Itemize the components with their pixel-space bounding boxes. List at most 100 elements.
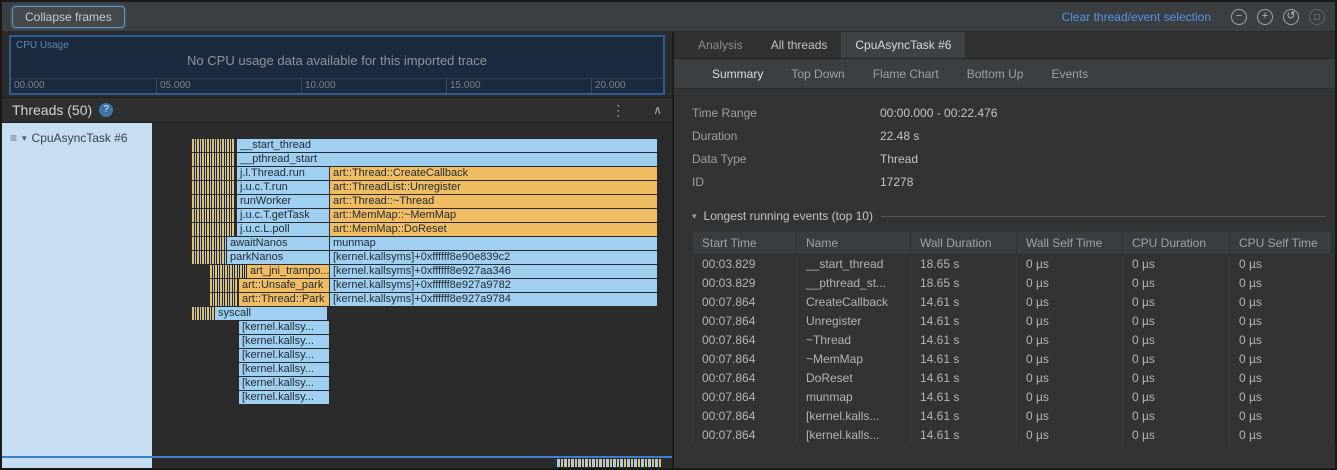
drag-handle-icon[interactable]: ≡ <box>10 131 17 145</box>
column-header-cpu-duration[interactable]: CPU Duration <box>1123 232 1230 254</box>
zoom-in-icon[interactable]: + <box>1257 9 1273 25</box>
collapse-frames-button[interactable]: Collapse frames <box>12 6 125 28</box>
flame-node[interactable]: art_jni_trampo... <box>247 265 329 278</box>
subtab-events[interactable]: Events <box>1037 59 1102 89</box>
flame-node[interactable]: art::Unsafe_park <box>239 279 329 292</box>
event-cell: 0 µs <box>1017 254 1123 273</box>
flame-micro-calls[interactable] <box>192 307 214 320</box>
event-row[interactable]: 00:07.864CreateCallback14.61 s0 µs0 µs0 … <box>693 292 1332 311</box>
thread-track-header[interactable]: ≡ ▾ CpuAsyncTask #6 <box>2 123 152 456</box>
flame-node[interactable]: [kernel.kallsyms]+0xffffff8e927a9784 <box>330 293 657 306</box>
flame-node[interactable]: art::Thread::CreateCallback <box>330 167 657 180</box>
event-cell: 14.61 s <box>911 406 1017 425</box>
event-row[interactable]: 00:07.864~Thread14.61 s0 µs0 µs0 µs <box>693 330 1332 349</box>
event-cell: 0 µs <box>1230 349 1332 368</box>
column-header-wall-self-time[interactable]: Wall Self Time <box>1017 232 1123 254</box>
event-row[interactable]: 00:07.864DoReset14.61 s0 µs0 µs0 µs <box>693 368 1332 387</box>
event-cell: 0 µs <box>1017 349 1123 368</box>
subtab-top-down[interactable]: Top Down <box>777 59 858 89</box>
event-cell: 00:07.864 <box>693 330 797 349</box>
event-row[interactable]: 00:07.864munmap14.61 s0 µs0 µs0 µs <box>693 387 1332 406</box>
flame-node[interactable]: art::MemMap::~MemMap <box>330 209 657 222</box>
next-track-chart[interactable] <box>152 458 672 468</box>
flame-node[interactable]: j.u.c.L.poll <box>237 223 329 236</box>
flame-node[interactable]: parkNanos <box>227 251 329 264</box>
event-cell: 0 µs <box>1123 368 1230 387</box>
flame-node[interactable]: [kernel.kallsy... <box>239 349 329 362</box>
flame-node[interactable]: art::ThreadList::Unregister <box>330 181 657 194</box>
flame-micro-calls[interactable] <box>192 223 235 236</box>
flame-node[interactable]: [kernel.kallsy... <box>239 335 329 348</box>
tab-cpuasynctask-6[interactable]: CpuAsyncTask #6 <box>841 32 965 58</box>
flame-node[interactable]: syscall <box>215 307 327 320</box>
event-cell: 14.61 s <box>911 349 1017 368</box>
flame-micro-calls[interactable] <box>210 265 246 278</box>
flame-node[interactable]: art::Thread::Park <box>239 293 329 306</box>
clear-selection-link[interactable]: Clear thread/event selection <box>1062 10 1211 24</box>
flame-micro-calls[interactable] <box>210 279 238 292</box>
flame-node[interactable]: __pthread_start <box>237 153 657 166</box>
reset-zoom-icon[interactable]: ↺ <box>1283 9 1299 25</box>
flame-micro-calls[interactable] <box>192 209 235 222</box>
flame-node[interactable]: [kernel.kallsy... <box>239 363 329 376</box>
expand-triangle-icon[interactable]: ▾ <box>22 131 27 146</box>
column-header-name[interactable]: Name <box>797 232 911 254</box>
flame-node[interactable]: [kernel.kallsy... <box>239 377 329 390</box>
zoom-out-icon[interactable]: − <box>1231 9 1247 25</box>
summary-row: ID17278 <box>692 170 1335 193</box>
flame-node[interactable]: __start_thread <box>237 139 657 152</box>
flame-node[interactable]: [kernel.kallsyms]+0xffffff8e927a9782 <box>330 279 657 292</box>
event-row[interactable]: 00:03.829__pthread_st...18.65 s0 µs0 µs0… <box>693 273 1332 292</box>
cpu-usage-panel[interactable]: CPU Usage No CPU usage data available fo… <box>9 35 665 95</box>
event-row[interactable]: 00:07.864[kernel.kalls...14.61 s0 µs0 µs… <box>693 406 1332 425</box>
flame-node[interactable]: [kernel.kallsy... <box>239 391 329 404</box>
column-header-wall-duration[interactable]: Wall Duration <box>911 232 1017 254</box>
flame-node[interactable]: [kernel.kallsy... <box>239 321 329 334</box>
event-row[interactable]: 00:03.829__start_thread18.65 s0 µs0 µs0 … <box>693 254 1332 273</box>
summary-subtabs: SummaryTop DownFlame ChartBottom UpEvent… <box>674 59 1335 89</box>
column-header-start-time[interactable]: Start Time <box>693 232 797 254</box>
section-collapse-icon[interactable]: ▾ <box>692 211 697 222</box>
event-row[interactable]: 00:07.864Unregister14.61 s0 µs0 µs0 µs <box>693 311 1332 330</box>
flame-node[interactable]: [kernel.kallsyms]+0xffffff8e90e839c2 <box>330 251 657 264</box>
event-cell: 0 µs <box>1123 387 1230 406</box>
tab-all-threads[interactable]: All threads <box>757 32 842 58</box>
flame-node[interactable]: j.u.c.T.getTask <box>237 209 329 222</box>
flame-node[interactable]: runWorker <box>237 195 329 208</box>
next-track-body <box>2 458 672 468</box>
event-row[interactable]: 00:07.864~MemMap14.61 s0 µs0 µs0 µs <box>693 349 1332 368</box>
flame-node[interactable]: awaitNanos <box>227 237 329 250</box>
help-icon[interactable]: ? <box>99 103 113 117</box>
column-header-cpu-self-time[interactable]: CPU Self Time <box>1230 232 1332 254</box>
flame-micro-calls[interactable] <box>192 139 235 152</box>
flame-micro-calls[interactable] <box>192 167 235 180</box>
event-cell: 00:03.829 <box>693 254 797 273</box>
flame-node[interactable]: munmap <box>330 237 657 250</box>
more-options-icon[interactable]: ⋮ <box>611 102 625 119</box>
flame-micro-calls[interactable] <box>192 153 235 166</box>
flame-node[interactable]: art::Thread::~Thread <box>330 195 657 208</box>
flame-node[interactable]: j.l.Thread.run <box>237 167 329 180</box>
top-toolbar: Collapse frames Clear thread/event selec… <box>2 2 1335 32</box>
flame-micro-calls[interactable] <box>192 251 226 264</box>
flame-micro-calls[interactable] <box>210 293 238 306</box>
flame-node[interactable]: j.u.c.T.run <box>237 181 329 194</box>
zoom-to-selection-icon <box>1309 9 1325 25</box>
collapse-section-icon[interactable]: ∧ <box>653 103 662 117</box>
event-cell: 00:03.829 <box>693 273 797 292</box>
flame-chart[interactable]: __start_thread__pthread_startj.l.Thread.… <box>152 123 672 456</box>
flame-node[interactable]: art::MemMap::DoReset <box>330 223 657 236</box>
flame-micro-calls[interactable] <box>192 195 235 208</box>
flame-micro-calls[interactable] <box>192 181 235 194</box>
next-track-header[interactable] <box>2 458 152 468</box>
summary-row: Duration22.48 s <box>692 124 1335 147</box>
events-section-header[interactable]: ▾ Longest running events (top 10) <box>692 209 1325 223</box>
tab-analysis[interactable]: Analysis <box>684 32 757 58</box>
subtab-flame-chart[interactable]: Flame Chart <box>859 59 953 89</box>
flame-node[interactable]: [kernel.kallsyms]+0xffffff8e927aa346 <box>330 265 657 278</box>
flame-micro-calls[interactable] <box>192 237 226 250</box>
event-cell: 0 µs <box>1123 406 1230 425</box>
event-row[interactable]: 00:07.864[kernel.kalls...14.61 s0 µs0 µs… <box>693 425 1332 444</box>
subtab-bottom-up[interactable]: Bottom Up <box>953 59 1038 89</box>
subtab-summary[interactable]: Summary <box>698 59 777 89</box>
